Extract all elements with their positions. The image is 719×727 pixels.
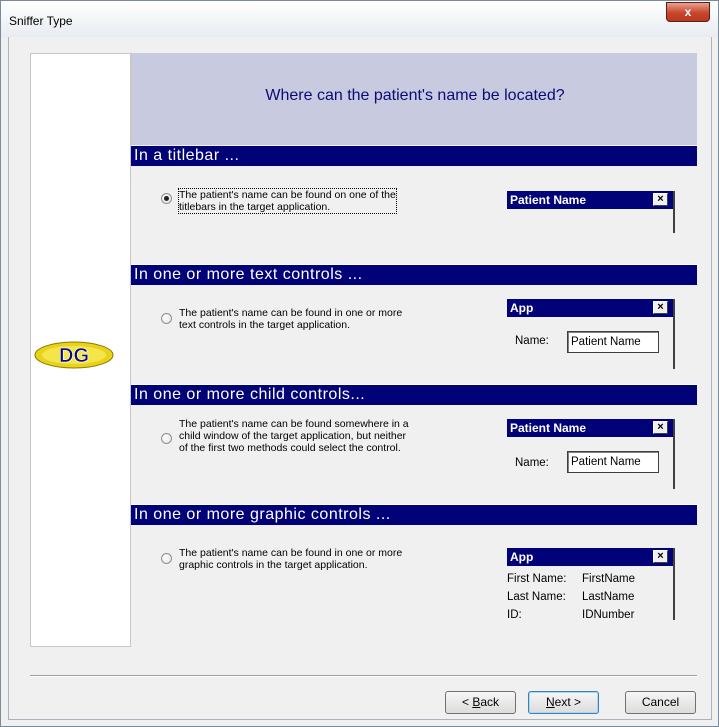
window-titlebar[interactable]: Sniffer Type x [1,1,718,37]
preview-name-field: Patient Name [567,331,659,353]
preview-title-text: Patient Name [510,193,587,207]
preview-close-icon: × [653,550,668,563]
option-text-graphic-controls[interactable]: The patient's name can be found in one o… [179,547,402,571]
window-close-button[interactable]: x [666,2,710,22]
next-button-label: ext > [554,695,582,709]
button-separator [30,675,697,677]
preview-close-icon: × [653,193,668,206]
option-line: text controls in the target application. [179,319,351,331]
close-icon: x [684,5,692,19]
preview-close-icon: × [653,421,668,434]
client-edge [711,37,712,720]
preview-name-label: Name: [515,335,549,347]
option-text-text-controls[interactable]: The patient's name can be found in one o… [179,307,402,331]
section-heading-child-controls: In one or more child controls... [131,385,697,405]
option-line: The patient's name can be found in one o… [179,547,403,559]
window-title: Sniffer Type [9,14,73,28]
section-heading-graphic-controls: In one or more graphic controls ... [131,505,697,525]
preview-close-icon: × [653,301,668,314]
radio-child-controls[interactable] [161,433,172,444]
next-button-mnemonic: N [545,695,555,709]
preview-child-controls: Patient Name × Name: Patient Name [507,419,675,489]
cancel-button[interactable]: Cancel [625,691,696,714]
client-edge [8,37,9,720]
logo-text: DG [59,345,89,367]
preview-graphic-controls: App × First Name: FirstName Last Name: L… [507,548,675,620]
option-line: The patient's name can be found on one o… [179,189,396,201]
radio-titlebar[interactable] [161,193,172,204]
preview-titlebar-caption: Patient Name [507,419,673,437]
sniffer-type-dialog: Sniffer Type x DG Where can the patient'… [0,0,719,727]
option-line: of the first two methods could select th… [179,442,401,454]
back-button-label: ack [480,695,500,709]
preview-title-text: App [510,301,534,315]
preview-text-controls: App × Name: Patient Name [507,299,675,369]
option-text-titlebar[interactable]: The patient's name can be found on one o… [178,188,397,214]
next-button-focus: Next > [543,692,584,713]
option-line: The patient's name can be found in one o… [179,307,403,319]
preview-title-text: App [510,550,534,564]
question-header: Where can the patient's name be located? [131,53,697,145]
next-button[interactable]: Next > [528,691,599,714]
option-line: graphic controls in the target applicati… [179,559,368,571]
preview-app-caption: App [507,299,673,317]
back-button[interactable]: < Back [445,691,516,714]
option-text-child-controls[interactable]: The patient's name can be found somewher… [179,418,409,454]
section-heading-text-controls: In one or more text controls ... [131,265,697,285]
preview-app-caption: App [507,548,673,566]
preview-row-value: IDNumber [582,609,635,620]
option-line: child window of the target application, … [179,430,407,442]
preview-row-value: FirstName [582,573,636,585]
dg-logo-icon: DG [34,341,114,369]
back-button-prefix: < [461,695,473,709]
preview-name-label: Name: [515,457,549,469]
radio-graphic-controls[interactable] [161,553,172,564]
radio-text-controls[interactable] [161,313,172,324]
preview-row-value: LastName [582,591,635,603]
preview-row-label: First Name: [507,573,567,585]
preview-titlebar: Patient Name × [507,191,675,233]
option-line: titlebars in the target application. [179,201,331,213]
question-text: Where can the patient's name be located? [265,87,565,104]
option-line: The patient's name can be found somewher… [179,418,409,430]
section-heading-titlebar: In a titlebar ... [131,146,697,166]
preview-titlebar-caption: Patient Name [507,191,673,209]
preview-row-label: Last Name: [507,591,566,603]
preview-row-label: ID: [507,609,522,620]
preview-name-field: Patient Name [567,451,659,473]
preview-title-text: Patient Name [510,421,587,435]
client-edge [8,719,712,720]
